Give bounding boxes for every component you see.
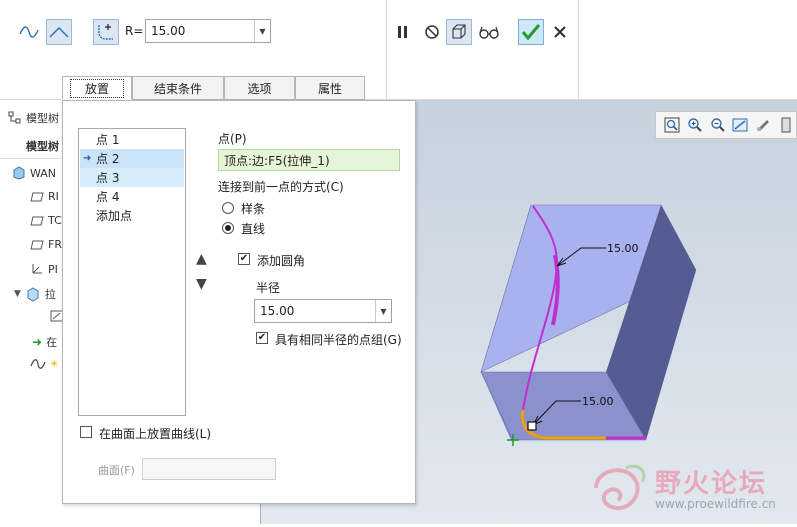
display-style-icon[interactable]: [753, 115, 773, 135]
tree-item-plane-right[interactable]: RI: [30, 190, 59, 203]
cancel-icon[interactable]: [547, 19, 573, 45]
model-tree-tab[interactable]: 模型树: [26, 138, 59, 154]
surface-field[interactable]: [142, 458, 276, 480]
tab-options[interactable]: 选项: [224, 76, 295, 100]
line-radio[interactable]: [222, 222, 234, 234]
connect-method-label: 连接到前一点的方式(C): [218, 180, 344, 194]
list-item-point-2[interactable]: ➜ 点 2: [80, 149, 184, 168]
move-up-icon[interactable]: ▲: [196, 251, 207, 267]
extrude-icon: [27, 287, 39, 302]
watermark-logo: [594, 464, 646, 511]
zoom-out-icon[interactable]: [708, 115, 728, 135]
add-fillet-checkbox[interactable]: ✔: [238, 253, 250, 265]
tree-item-curve[interactable]: ✳: [30, 358, 58, 370]
plane-icon: [30, 216, 44, 225]
tree-item-plane-top[interactable]: TC: [30, 214, 62, 227]
tree-item-plane-front[interactable]: FR: [30, 238, 62, 251]
radius-label-panel: 半径: [256, 281, 281, 295]
pause-icon[interactable]: [390, 19, 416, 45]
repaint-icon[interactable]: [730, 115, 750, 135]
points-list[interactable]: 点 1 ➜ 点 2 点 3 点 4 添加点: [78, 128, 186, 416]
saved-views-icon[interactable]: [776, 115, 796, 135]
fillet-icon[interactable]: [93, 19, 119, 45]
expand-icon: ▼: [14, 289, 21, 299]
spline-icon[interactable]: [16, 19, 42, 45]
list-item-add-point[interactable]: 添加点: [80, 206, 184, 225]
list-item-point-4[interactable]: 点 4: [80, 187, 184, 206]
point-reference-field[interactable]: 顶点:边:F5(拉伸_1): [218, 149, 400, 171]
csys-icon: [32, 264, 42, 274]
ok-icon[interactable]: [518, 19, 544, 45]
tree-item-csys[interactable]: PI: [30, 262, 58, 276]
radius-value[interactable]: 15.00: [260, 304, 294, 318]
spline-radio[interactable]: [222, 202, 234, 214]
new-feature-icon: ✳: [50, 358, 59, 370]
plane-icon: [30, 192, 44, 201]
curve-icon: [30, 359, 46, 369]
tree-item-insert-here[interactable]: ➜ 在: [32, 334, 57, 350]
same-radius-label: 具有相同半径的点组(G): [275, 333, 402, 347]
insert-arrow-icon: ➜: [32, 335, 43, 349]
zoom-fit-icon[interactable]: [662, 115, 682, 135]
tree-item-root[interactable]: WAN: [12, 166, 56, 180]
on-surface-label: 在曲面上放置曲线(L): [99, 427, 212, 441]
toolbar-separator: [578, 0, 579, 100]
plane-icon: [30, 240, 44, 249]
no-preview-icon[interactable]: [419, 19, 445, 45]
tab-properties[interactable]: 属性: [295, 76, 365, 100]
move-down-icon[interactable]: ▼: [196, 276, 207, 292]
tree-item-extrude[interactable]: ▼ 拉: [14, 286, 56, 302]
surface-label: 曲面(F): [98, 464, 135, 477]
tree-icon: [8, 111, 21, 124]
on-surface-checkbox[interactable]: [80, 426, 92, 438]
verify-icon[interactable]: [446, 19, 472, 45]
zoom-in-icon[interactable]: [685, 115, 705, 135]
point-label: 点(P): [218, 132, 247, 146]
list-item-point-1[interactable]: 点 1: [80, 130, 184, 149]
dim-text-top: 15.00: [607, 242, 639, 255]
spline-label: 样条: [241, 202, 266, 216]
radius-label: R=: [125, 24, 144, 38]
glasses-icon[interactable]: [476, 19, 502, 45]
line-label: 直线: [241, 222, 266, 236]
toolbar-radius-combo[interactable]: 15.00 ▼: [145, 19, 271, 43]
model-tree-header: 模型树: [8, 110, 59, 126]
part-icon: [13, 166, 25, 180]
tab-placement[interactable]: 放置: [62, 76, 132, 100]
add-fillet-label: 添加圆角: [257, 254, 306, 268]
list-item-point-3[interactable]: 点 3: [80, 168, 184, 187]
watermark-text: 野火论坛: [655, 469, 768, 499]
current-item-arrow-icon: ➜: [83, 153, 92, 164]
chevron-down-icon[interactable]: ▼: [375, 300, 391, 322]
toolbar-separator: [386, 0, 387, 100]
view-toolbar: [655, 111, 797, 139]
dim-text-bottom: 15.00: [582, 395, 614, 408]
tab-end-condition[interactable]: 结束条件: [132, 76, 224, 100]
chevron-down-icon[interactable]: ▼: [254, 20, 270, 42]
vertex-marker: [527, 421, 537, 431]
line-icon[interactable]: [46, 19, 72, 45]
same-radius-checkbox[interactable]: ✔: [256, 332, 268, 344]
watermark-url: www.proewildfire.cn: [655, 497, 776, 511]
toolbar-radius-value[interactable]: 15.00: [151, 24, 185, 38]
radius-input[interactable]: 15.00 ▼: [254, 299, 392, 323]
